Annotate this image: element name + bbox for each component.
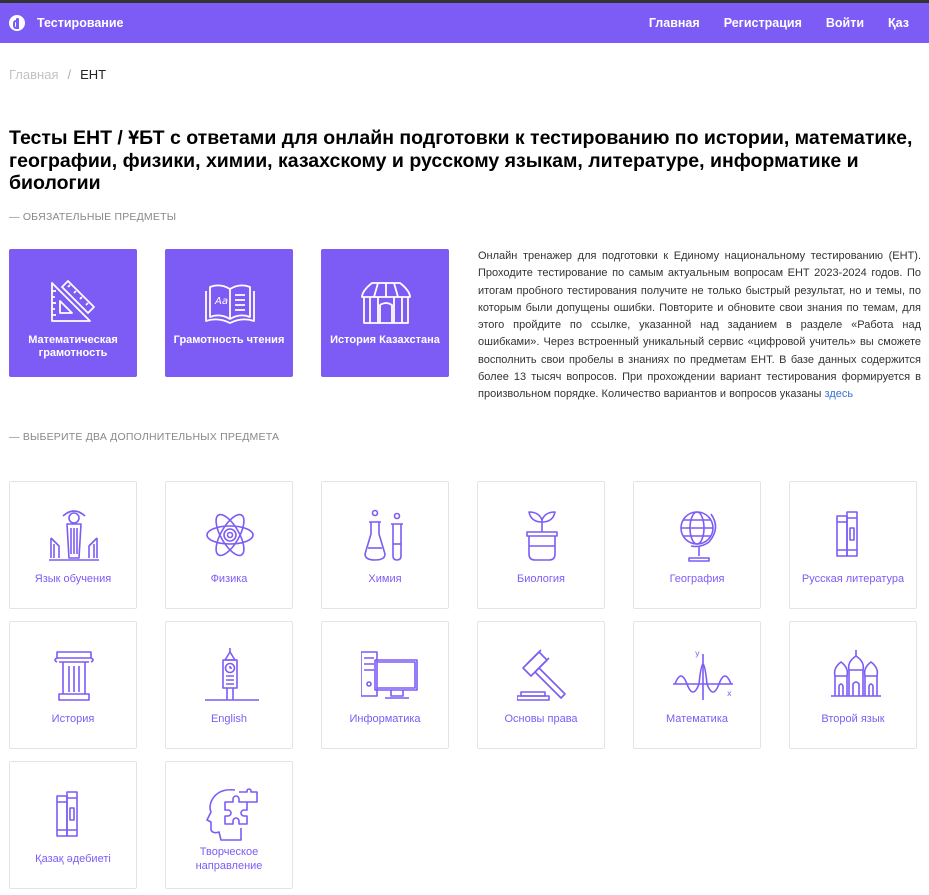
subject-card-kazakh-literature[interactable]: Қазақ әдебиеті bbox=[9, 761, 137, 889]
breadcrumb-home[interactable]: Главная bbox=[9, 67, 58, 82]
optional-section-label: — ВЫБЕРИТЕ ДВА ДОПОЛНИТЕЛЬНЫХ ПРЕДМЕТА bbox=[9, 431, 280, 443]
required-card-history-kz[interactable]: История Казахстана bbox=[321, 249, 449, 377]
required-card-label: Грамотность чтения bbox=[173, 334, 285, 346]
subject-card-math[interactable]: y x Математика bbox=[633, 621, 761, 749]
required-card-label: История Казахстана bbox=[330, 334, 440, 346]
required-card-reading-literacy[interactable]: Aa Грамотность чтения bbox=[165, 249, 293, 377]
subject-label: Биология bbox=[516, 573, 565, 585]
subject-card-geography[interactable]: География bbox=[633, 481, 761, 609]
nav-link-language[interactable]: Қаз bbox=[888, 16, 909, 30]
page-title: Тесты ЕНТ / ҰБТ с ответами для онлайн по… bbox=[9, 127, 913, 194]
cathedral-icon bbox=[831, 650, 881, 697]
monument-icon bbox=[49, 510, 99, 561]
atom-icon bbox=[206, 513, 254, 557]
big-ben-icon bbox=[205, 648, 259, 701]
subject-card-language[interactable]: Язык обучения bbox=[9, 481, 137, 609]
navbar: Тестирование Главная Регистрация Войти Қ… bbox=[0, 3, 929, 43]
head-puzzle-icon bbox=[206, 788, 258, 841]
subject-card-informatics[interactable]: Информатика bbox=[321, 621, 449, 749]
subject-card-creative[interactable]: Творческое направление bbox=[165, 761, 293, 889]
subject-label: Информатика bbox=[349, 713, 421, 725]
subject-card-second-language[interactable]: Второй язык bbox=[789, 621, 917, 749]
breadcrumb: Главная / ЕНТ bbox=[9, 67, 106, 82]
column-icon bbox=[54, 651, 94, 701]
svg-text:x: x bbox=[727, 689, 732, 698]
subject-label: Творческое направление bbox=[195, 846, 263, 872]
subject-label: Русская литература bbox=[801, 573, 905, 585]
subject-label: English bbox=[210, 713, 248, 725]
yurt-icon bbox=[361, 282, 411, 324]
books-icon bbox=[56, 791, 78, 837]
svg-text:y: y bbox=[695, 649, 700, 658]
subject-label: Физика bbox=[210, 573, 248, 585]
brand[interactable]: Тестирование bbox=[9, 15, 124, 31]
nav-links: Главная Регистрация Войти Қаз bbox=[625, 16, 909, 30]
brand-name[interactable]: Тестирование bbox=[37, 16, 124, 30]
globe-icon bbox=[680, 511, 717, 562]
subject-label: Основы права bbox=[504, 713, 578, 725]
logo-icon bbox=[9, 15, 25, 31]
description: Онлайн тренажер для подготовки к Единому… bbox=[478, 248, 921, 404]
nav-link-register[interactable]: Регистрация bbox=[724, 16, 802, 30]
test-tubes-icon bbox=[364, 509, 403, 561]
svg-text:Aa: Aa bbox=[214, 296, 228, 307]
computer-icon bbox=[361, 651, 418, 699]
nav-link-login[interactable]: Войти bbox=[826, 16, 864, 30]
subject-label: Математика bbox=[666, 713, 728, 725]
subject-card-russian-literature[interactable]: Русская литература bbox=[789, 481, 917, 609]
description-link[interactable]: здесь bbox=[825, 388, 854, 400]
subject-card-history[interactable]: История bbox=[9, 621, 137, 749]
subject-card-physics[interactable]: Физика bbox=[165, 481, 293, 609]
subject-card-law[interactable]: Основы права bbox=[477, 621, 605, 749]
open-book-icon: Aa bbox=[205, 284, 255, 324]
subject-card-chemistry[interactable]: Химия bbox=[321, 481, 449, 609]
breadcrumb-separator: / bbox=[67, 67, 72, 82]
breadcrumb-current: ЕНТ bbox=[80, 67, 107, 82]
ruler-triangle-icon bbox=[51, 280, 95, 322]
subject-label: Химия bbox=[368, 573, 402, 585]
graph-icon: y x bbox=[673, 649, 733, 700]
required-card-label: Математическая грамотность bbox=[28, 334, 118, 359]
subject-card-english[interactable]: English bbox=[165, 621, 293, 749]
books-icon bbox=[836, 511, 858, 557]
subject-label: История bbox=[51, 713, 95, 725]
subject-label: Второй язык bbox=[821, 713, 885, 725]
subject-label: Язык обучения bbox=[34, 573, 112, 585]
required-card-math-literacy[interactable]: Математическая грамотность bbox=[9, 249, 137, 377]
description-text: Онлайн тренажер для подготовки к Единому… bbox=[478, 250, 921, 401]
plant-pot-icon bbox=[526, 511, 558, 561]
subject-card-biology[interactable]: Биология bbox=[477, 481, 605, 609]
gavel-icon bbox=[517, 649, 566, 701]
required-section-label: — ОБЯЗАТЕЛЬНЫЕ ПРЕДМЕТЫ bbox=[9, 211, 177, 223]
nav-link-home[interactable]: Главная bbox=[649, 16, 700, 30]
subject-label: Қазақ әдебиеті bbox=[35, 853, 111, 865]
subject-label: География bbox=[669, 573, 725, 585]
